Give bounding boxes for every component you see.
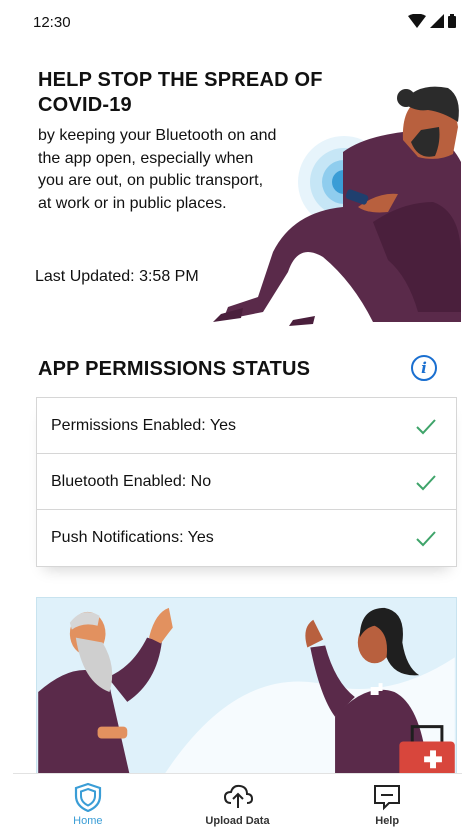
check-icon xyxy=(416,474,436,490)
status-time: 12:30 xyxy=(33,14,71,31)
nav-home[interactable]: Home xyxy=(13,774,163,831)
nav-help-label: Help xyxy=(375,815,400,827)
status-icons xyxy=(408,14,456,28)
bottom-navigation: Home Upload Data Help xyxy=(13,773,462,831)
shield-icon xyxy=(74,782,101,812)
app-screen: 12:30 HELP STOP THE SPREAD OF COVID-19 b… xyxy=(13,0,462,831)
person-with-phone-illustration xyxy=(213,86,461,326)
check-icon xyxy=(416,531,436,547)
nav-help[interactable]: Help xyxy=(312,774,462,831)
permission-label: Push Notifications: Yes xyxy=(51,529,214,546)
nav-home-label: Home xyxy=(73,815,103,827)
wifi-icon xyxy=(408,14,426,28)
permission-label: Bluetooth Enabled: No xyxy=(51,472,212,490)
help-message-icon xyxy=(374,785,401,811)
permission-row-enabled: Permissions Enabled: Yes xyxy=(37,398,456,454)
status-bar: 12:30 xyxy=(13,0,462,44)
nav-upload-data[interactable]: Upload Data xyxy=(163,774,313,831)
check-icon xyxy=(416,418,436,434)
people-waving-illustration xyxy=(36,597,457,787)
permission-row-bluetooth: Bluetooth Enabled: No xyxy=(37,454,456,510)
permissions-title: APP PERMISSIONS STATUS xyxy=(38,358,311,380)
upload-cloud-icon xyxy=(223,784,253,808)
nav-upload-label: Upload Data xyxy=(205,815,270,827)
permission-row-notifications: Push Notifications: Yes xyxy=(37,510,456,566)
info-icon[interactable]: i xyxy=(411,355,437,381)
signal-icon xyxy=(430,14,444,28)
permission-label: Permissions Enabled: Yes xyxy=(51,416,236,434)
last-updated: Last Updated: 3:58 PM xyxy=(35,268,199,285)
battery-icon xyxy=(448,14,456,28)
permissions-card: Permissions Enabled: Yes Bluetooth Enabl… xyxy=(36,397,457,567)
